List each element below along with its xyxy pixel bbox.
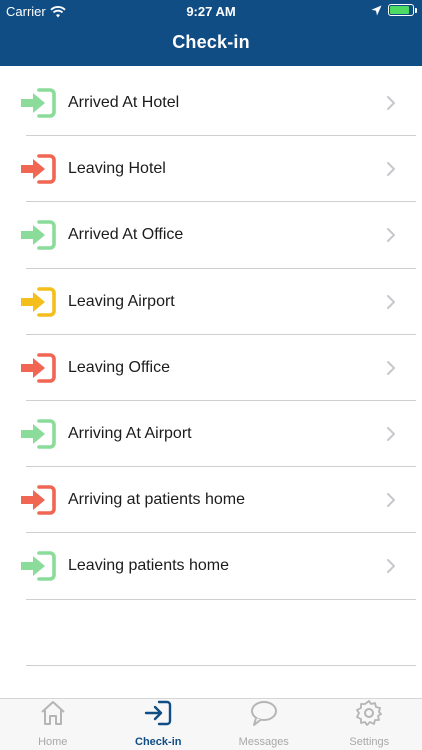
list-item-label: Arriving at patients home: [68, 491, 245, 509]
list-bottom-divider: [26, 665, 416, 666]
list-item[interactable]: Leaving Airport: [0, 269, 422, 335]
checkin-list: Arrived At Hotel Leaving Hotel Arrived At …: [0, 70, 422, 600]
tab-settings[interactable]: Settings: [317, 699, 422, 750]
gear-icon: [355, 699, 383, 736]
status-bar: Carrier 9:27 AM: [0, 0, 422, 22]
list-item-label: Leaving Airport: [68, 292, 175, 310]
chevron-right-icon: [386, 161, 396, 177]
tab-label: Check-in: [135, 736, 182, 748]
login-arrow-icon: [20, 551, 56, 582]
list-item[interactable]: Leaving Hotel: [0, 136, 422, 203]
chevron-right-icon: [386, 558, 396, 574]
list-item-label: Arrived At Hotel: [68, 94, 180, 112]
login-arrow-icon: [20, 352, 56, 383]
list-item[interactable]: Leaving patients home: [0, 533, 422, 600]
list-item[interactable]: Arrived At Office: [0, 202, 422, 269]
list-item[interactable]: Leaving Office: [0, 335, 422, 402]
chevron-right-icon: [386, 492, 396, 508]
location-arrow-icon: [371, 5, 382, 15]
tab-bar: Home Check-in Messages Settings: [0, 698, 422, 750]
list-item-label: Leaving Office: [68, 358, 170, 376]
page-title: Check-in: [172, 32, 250, 52]
home-icon: [39, 699, 67, 736]
tab-label: Home: [38, 736, 68, 748]
login-arrow-icon: [20, 88, 56, 118]
chevron-right-icon: [386, 95, 396, 111]
tab-messages[interactable]: Messages: [211, 699, 317, 750]
checkin-icon: [144, 699, 172, 736]
tab-label: Messages: [238, 736, 289, 748]
list-item[interactable]: Arriving At Airport: [0, 401, 422, 468]
tab-label: Settings: [349, 736, 390, 748]
login-arrow-icon: [20, 154, 56, 184]
list-item[interactable]: Arriving at patients home: [0, 467, 422, 534]
login-arrow-icon: [20, 220, 56, 251]
chevron-right-icon: [386, 360, 396, 376]
tab-check-in[interactable]: Check-in: [106, 699, 212, 750]
chevron-right-icon: [386, 227, 396, 243]
tab-home[interactable]: Home: [0, 699, 106, 750]
list-item-label: Arriving At Airport: [68, 425, 192, 443]
nav-header: Carrier 9:27 AM Check-in: [0, 0, 422, 66]
chevron-right-icon: [386, 294, 396, 310]
list-item-label: Leaving Hotel: [68, 160, 166, 178]
chat-bubble-icon: [250, 699, 278, 736]
login-arrow-icon: [20, 286, 56, 317]
status-time: 9:27 AM: [186, 4, 236, 19]
login-arrow-icon: [20, 485, 56, 515]
list-item-label: Arrived At Office: [68, 226, 184, 244]
list-item[interactable]: Arrived At Hotel: [0, 70, 422, 137]
chevron-right-icon: [386, 426, 396, 442]
login-arrow-icon: [20, 419, 56, 449]
battery-icon: [388, 4, 417, 16]
list-item-label: Leaving patients home: [68, 557, 229, 575]
status-right: [371, 4, 417, 16]
